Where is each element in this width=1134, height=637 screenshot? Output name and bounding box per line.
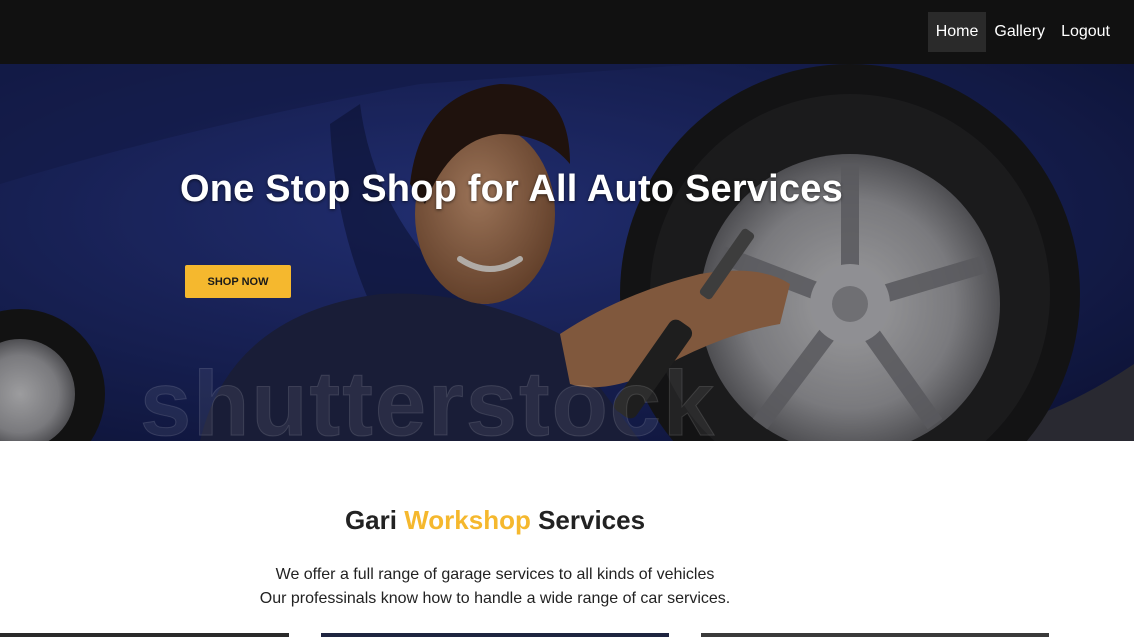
navbar: Home Gallery Logout bbox=[0, 0, 1134, 64]
services-description-line2: Our professinals know how to handle a wi… bbox=[259, 590, 731, 607]
shop-now-button[interactable]: SHOP NOW bbox=[185, 265, 291, 298]
service-card-1[interactable] bbox=[0, 633, 289, 637]
services-description: We offer a full range of garage services… bbox=[0, 563, 990, 611]
nav-link-gallery[interactable]: Gallery bbox=[986, 12, 1053, 52]
service-card-2[interactable] bbox=[321, 633, 669, 637]
services-title-accent: Workshop bbox=[404, 505, 531, 535]
nav-links: Home Gallery Logout bbox=[927, 0, 1118, 64]
services-title-part1: Gari bbox=[344, 505, 397, 535]
nav-link-logout[interactable]: Logout bbox=[1053, 12, 1118, 52]
service-card-3[interactable] bbox=[701, 633, 1049, 637]
services-title: Gari Workshop Services bbox=[0, 505, 990, 536]
nav-link-home[interactable]: Home bbox=[927, 12, 987, 52]
hero-title: One Stop Shop for All Auto Services bbox=[180, 168, 843, 210]
hero-banner: shutterstock One Stop Shop for All Auto … bbox=[0, 64, 1134, 441]
services-title-part2: Services bbox=[538, 505, 646, 535]
services-description-line1: We offer a full range of garage services… bbox=[275, 566, 715, 583]
watermark: shutterstock bbox=[139, 353, 717, 442]
